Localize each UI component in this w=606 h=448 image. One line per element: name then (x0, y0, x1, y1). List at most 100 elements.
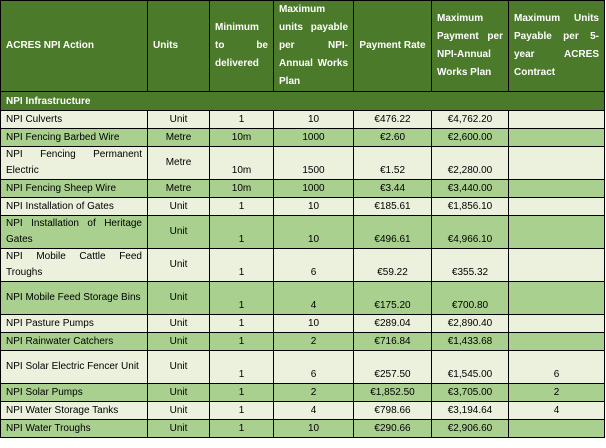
cell-payment: €4,966.10 (431, 215, 509, 249)
cell-rate: €59.22 (353, 248, 432, 282)
header-units: Units (147, 0, 210, 92)
cell-max-units: 2 (273, 383, 354, 402)
cell-action: NPI Water Storage Tanks (0, 401, 148, 420)
table-row: NPI Fencing Permanent Electric Metre 10m 15… (0, 146, 605, 180)
cell-payment: €1,545.00 (431, 350, 509, 384)
cell-minimum: 1 (209, 215, 274, 249)
cell-units: Unit (147, 215, 210, 249)
section-title: NPI Infrastructure (0, 91, 605, 111)
table-row: NPI Mobile Cattle Feed Troughs Unit 1 6 €59.… (0, 248, 605, 282)
cell-rate: €2.60 (353, 128, 432, 147)
cell-minimum: 1 (209, 383, 274, 402)
cell-max-units: 6 (273, 248, 354, 282)
cell-units: Unit (147, 197, 210, 216)
cell-contract (508, 146, 605, 180)
cell-minimum: 1 (209, 281, 274, 315)
cell-contract (508, 281, 605, 315)
cell-action: NPI Installation of Heritage Gates (0, 215, 148, 249)
cell-max-units: 2 (273, 332, 354, 351)
table-row: NPI Installation of Gates Unit 1 10 €185.61 €… (0, 197, 605, 216)
table-row: NPI Installation of Heritage Gates Unit 1 1… (0, 215, 605, 249)
cell-max-units: 10 (273, 110, 354, 129)
cell-payment: €355.32 (431, 248, 509, 282)
header-max-payment: Maximum Payment per NPI-Annual Works Pla… (431, 0, 509, 92)
cell-action: NPI Water Troughs (0, 419, 148, 438)
cell-minimum: 1 (209, 350, 274, 384)
cell-max-units: 10 (273, 197, 354, 216)
cell-contract (508, 314, 605, 333)
acres-npi-table: ACRES NPI Action Units Minimum to be del… (0, 0, 605, 438)
cell-units: Unit (147, 332, 210, 351)
cell-contract: 6 (508, 350, 605, 384)
cell-max-units: 1500 (273, 146, 354, 180)
cell-payment: €2,906.60 (431, 419, 509, 438)
cell-action: NPI Pasture Pumps (0, 314, 148, 333)
cell-rate: €185.61 (353, 197, 432, 216)
cell-max-units: 1000 (273, 179, 354, 198)
table-row: NPI Culverts Unit 1 10 €476.22 €4,762.20 (0, 110, 605, 129)
header-minimum: Minimum to be delivered (209, 0, 274, 92)
cell-action: NPI Solar Pumps (0, 383, 148, 402)
cell-units: Metre (147, 146, 210, 180)
cell-max-units: 1000 (273, 128, 354, 147)
cell-units: Unit (147, 110, 210, 129)
cell-units: Unit (147, 401, 210, 420)
table-row: NPI Fencing Barbed Wire Metre 10m 1000 €2.60… (0, 128, 605, 147)
cell-units: Unit (147, 281, 210, 315)
cell-rate: €3.44 (353, 179, 432, 198)
cell-contract: 2 (508, 383, 605, 402)
cell-units: Metre (147, 128, 210, 147)
cell-minimum: 1 (209, 401, 274, 420)
cell-action: NPI Mobile Cattle Feed Troughs (0, 248, 148, 282)
cell-contract (508, 332, 605, 351)
cell-max-units: 6 (273, 350, 354, 384)
cell-action: NPI Rainwater Catchers (0, 332, 148, 351)
table-row: NPI Pasture Pumps Unit 1 10 €289.04 €2,890.40 (0, 314, 605, 333)
cell-rate: €290.66 (353, 419, 432, 438)
cell-max-units: 10 (273, 419, 354, 438)
cell-contract (508, 248, 605, 282)
cell-minimum: 10m (209, 146, 274, 180)
cell-rate: €257.50 (353, 350, 432, 384)
cell-rate: €496.61 (353, 215, 432, 249)
cell-action: NPI Fencing Barbed Wire (0, 128, 148, 147)
header-action: ACRES NPI Action (0, 0, 148, 92)
cell-minimum: 10m (209, 128, 274, 147)
cell-rate: €476.22 (353, 110, 432, 129)
table-row: NPI Mobile Feed Storage Bins Unit 1 4 €175.2… (0, 281, 605, 315)
table-row: NPI Rainwater Catchers Unit 1 2 €716.84 €1,43… (0, 332, 605, 351)
cell-contract (508, 419, 605, 438)
cell-minimum: 1 (209, 197, 274, 216)
cell-max-units: 10 (273, 314, 354, 333)
cell-contract (508, 110, 605, 129)
cell-max-units: 4 (273, 281, 354, 315)
cell-contract (508, 179, 605, 198)
table-row: NPI Fencing Sheep Wire Metre 10m 1000 €3.44 €… (0, 179, 605, 198)
cell-rate: €798.66 (353, 401, 432, 420)
cell-contract: 4 (508, 401, 605, 420)
cell-payment: €3,440.00 (431, 179, 509, 198)
cell-rate: €289.04 (353, 314, 432, 333)
cell-minimum: 1 (209, 419, 274, 438)
cell-minimum: 1 (209, 110, 274, 129)
cell-action: NPI Culverts (0, 110, 148, 129)
header-row: ACRES NPI Action Units Minimum to be del… (0, 0, 605, 92)
cell-payment: €3,194.64 (431, 401, 509, 420)
section-row: NPI Infrastructure (0, 91, 605, 111)
cell-units: Unit (147, 314, 210, 333)
cell-action: NPI Fencing Sheep Wire (0, 179, 148, 198)
cell-payment: €4,762.20 (431, 110, 509, 129)
cell-rate: €716.84 (353, 332, 432, 351)
cell-max-units: 4 (273, 401, 354, 420)
cell-action: NPI Fencing Permanent Electric (0, 146, 148, 180)
cell-action: NPI Solar Electric Fencer Unit (0, 350, 148, 384)
cell-units: Unit (147, 419, 210, 438)
cell-action: NPI Mobile Feed Storage Bins (0, 281, 148, 315)
table-row: NPI Solar Electric Fencer Unit Unit 1 6 €257… (0, 350, 605, 384)
cell-contract (508, 197, 605, 216)
cell-payment: €1,433.68 (431, 332, 509, 351)
cell-units: Unit (147, 248, 210, 282)
cell-minimum: 1 (209, 248, 274, 282)
table-row: NPI Water Storage Tanks Unit 1 4 €798.66 €3,1… (0, 401, 605, 420)
header-max-contract: Maximum Units Payable per 5-year ACRES C… (508, 0, 605, 92)
